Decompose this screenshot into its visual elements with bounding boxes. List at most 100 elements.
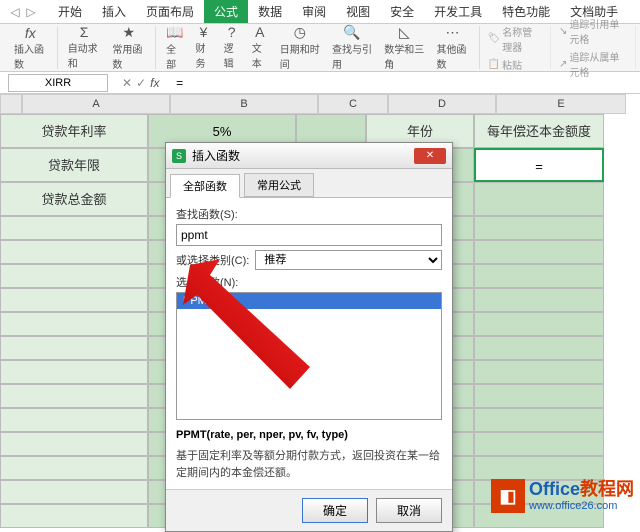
triangle-icon: ◺ [399,24,410,41]
cell-E2-selected[interactable]: = [474,148,604,182]
category-select[interactable]: 推荐 [255,250,442,270]
cell-A1[interactable]: 贷款年利率 [0,114,148,148]
lookup-fn-button[interactable]: 🔍查找与引用 [326,22,378,73]
cell[interactable] [474,336,604,360]
star-icon: ★ [122,24,135,41]
office-logo-icon: ◧ [491,479,525,513]
common-fn-button[interactable]: ★常用函数 [106,22,151,73]
insert-function-label: 插入函数 [14,41,47,71]
search-label: 查找函数(S): [176,206,442,222]
other-fn-button[interactable]: ⋯其他函数 [430,22,474,73]
tab-security[interactable]: 安全 [380,0,424,23]
function-list[interactable]: PPMT [176,292,442,420]
cell[interactable] [474,240,604,264]
tab-view[interactable]: 视图 [336,0,380,23]
cell[interactable] [474,408,604,432]
cell[interactable] [474,264,604,288]
cell[interactable] [0,456,148,480]
logical-fn-button[interactable]: ?逻辑 [218,22,246,73]
wps-icon: S [172,149,186,163]
function-description: 基于固定利率及等额分期付款方式，返回投资在某一给定期间内的本金偿还额。 [176,444,442,481]
select-fn-label: 选择函数(N): [176,274,442,290]
more-icon: ⋯ [446,24,460,41]
dialog-tab-common[interactable]: 常用公式 [244,173,314,197]
select-all-corner[interactable] [0,94,22,114]
cell[interactable] [0,216,148,240]
arrow-in-icon: ↘ [559,26,567,37]
cell[interactable] [474,432,604,456]
cell[interactable] [0,384,148,408]
col-header-E[interactable]: E [496,94,626,114]
insert-function-button[interactable]: fx 插入函数 [8,23,53,73]
tab-start[interactable]: 开始 [48,0,92,23]
cell[interactable] [0,408,148,432]
tab-layout[interactable]: 页面布局 [136,0,204,23]
name-box[interactable] [8,74,108,92]
tab-features[interactable]: 特色功能 [492,0,560,23]
search-icon: 🔍 [343,24,360,41]
watermark-brand: Office教程网 [529,480,634,500]
close-icon[interactable]: ✕ [414,148,446,164]
cell-A2[interactable]: 贷款年限 [0,148,148,182]
col-header-D[interactable]: D [388,94,496,114]
history-back-icon[interactable]: ◁ [8,5,22,19]
tab-dev[interactable]: 开发工具 [424,0,492,23]
trace-dependent-button[interactable]: ↗追踪从属单元格 [555,48,631,80]
tab-insert[interactable]: 插入 [92,0,136,23]
category-label: 或选择类别(C): [176,252,249,268]
money-icon: ¥ [200,24,208,40]
function-signature: PPMT(rate, per, nper, pv, fv, type) [176,426,442,444]
cell[interactable] [0,432,148,456]
ok-button[interactable]: 确定 [302,498,368,523]
ribbon: fx 插入函数 Σ自动求和 ★常用函数 📖全部 ¥财务 ?逻辑 A文本 ◷日期和… [0,24,640,72]
trace-precedent-button[interactable]: ↘追踪引用单元格 [555,15,631,47]
dialog-titlebar[interactable]: S 插入函数 ✕ [166,143,452,169]
confirm-edit-icon[interactable]: ✓ [136,76,146,90]
cell[interactable] [474,456,604,480]
cell[interactable] [0,336,148,360]
arrow-out-icon: ↗ [559,59,567,70]
math-fn-button[interactable]: ◺数学和三角 [378,22,430,73]
cell[interactable] [474,216,604,240]
datetime-fn-button[interactable]: ◷日期和时间 [274,22,326,73]
tab-formula[interactable]: 公式 [204,0,248,23]
autosum-button[interactable]: Σ自动求和 [62,22,107,73]
col-header-C[interactable]: C [318,94,388,114]
cell[interactable] [474,288,604,312]
insert-function-dialog: S 插入函数 ✕ 全部函数 常用公式 查找函数(S): 或选择类别(C): 推荐… [165,142,453,532]
tab-data[interactable]: 数据 [248,0,292,23]
all-fn-button[interactable]: 📖全部 [160,22,189,73]
cell[interactable] [0,480,148,504]
text-icon: A [255,24,264,40]
list-item-ppmt[interactable]: PPMT [177,293,441,309]
cell[interactable] [0,288,148,312]
cell[interactable] [0,312,148,336]
cell[interactable] [0,360,148,384]
search-input[interactable] [176,224,442,246]
cell-A3[interactable]: 贷款总金额 [0,182,148,216]
cell[interactable] [474,384,604,408]
cell-E3[interactable] [474,182,604,216]
cell[interactable] [474,360,604,384]
watermark: ◧ Office教程网 www.office26.com [491,479,634,513]
cell[interactable] [0,264,148,288]
name-manager-button[interactable]: 🏷名称管理器 [484,23,546,55]
cell[interactable] [474,312,604,336]
col-header-B[interactable]: B [170,94,318,114]
text-fn-button[interactable]: A文本 [246,22,274,73]
cancel-edit-icon[interactable]: ✕ [122,76,132,90]
watermark-url: www.office26.com [529,500,634,512]
tab-review[interactable]: 审阅 [292,0,336,23]
history-forward-icon[interactable]: ▷ [24,5,38,19]
dialog-tab-all[interactable]: 全部函数 [170,174,240,198]
paste-button[interactable]: 📋粘贴 [484,56,546,73]
cancel-button[interactable]: 取消 [376,498,442,523]
financial-fn-button[interactable]: ¥财务 [190,22,218,73]
fx-icon[interactable]: fx [150,76,166,90]
cell[interactable] [0,504,148,528]
col-header-A[interactable]: A [22,94,170,114]
paste-icon: 📋 [488,59,500,70]
main-menu-bar: ◁ ▷ 开始 插入 页面布局 公式 数据 审阅 视图 安全 开发工具 特色功能 … [0,0,640,24]
cell[interactable] [0,240,148,264]
cell-E1[interactable]: 每年偿还本金额度 [474,114,604,148]
